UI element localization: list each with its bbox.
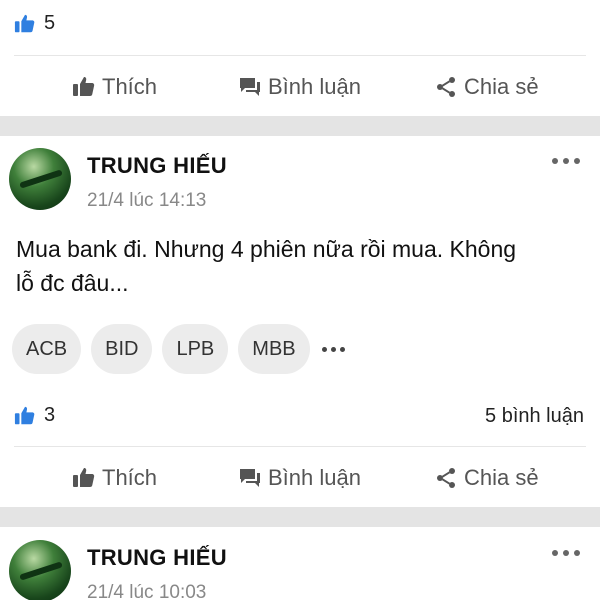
- tag-chip[interactable]: LPB: [162, 324, 229, 374]
- avatar[interactable]: [9, 148, 71, 210]
- thumbs-up-outline-icon: [73, 77, 95, 96]
- tag-chip[interactable]: MBB: [238, 324, 310, 374]
- share-label: Chia sẻ: [464, 465, 539, 490]
- divider: [14, 55, 586, 56]
- more-horizontal-icon: [552, 550, 558, 556]
- like-button[interactable]: Thích: [72, 74, 157, 100]
- share-label: Chia sẻ: [464, 74, 539, 99]
- more-options-button[interactable]: [552, 156, 580, 166]
- action-bar: Thích Bình luận Chia sẻ: [0, 57, 600, 117]
- like-count-row[interactable]: 3: [14, 404, 55, 427]
- divider: [14, 446, 586, 447]
- like-count: 5: [44, 12, 56, 34]
- more-horizontal-icon: [552, 158, 558, 164]
- comment-label: Bình luận: [268, 465, 361, 490]
- author-name[interactable]: TRUNG HIẾU: [87, 153, 227, 179]
- share-button[interactable]: Chia sẻ: [434, 74, 539, 100]
- comment-count[interactable]: 5 bình luận: [485, 405, 584, 428]
- thumbs-up-outline-icon: [73, 468, 95, 487]
- like-button[interactable]: Thích: [72, 465, 157, 491]
- thumbs-up-icon: [14, 406, 35, 424]
- thumbs-up-icon: [14, 14, 35, 32]
- share-button[interactable]: Chia sẻ: [434, 465, 539, 491]
- post-time[interactable]: 21/4 lúc 10:03: [87, 582, 206, 600]
- tag-list: ACB BID LPB MBB: [12, 324, 345, 374]
- comment-button[interactable]: Bình luận: [238, 465, 361, 491]
- post-text: Mua bank đi. Nhưng 4 phiên nữa rồi mua. …: [16, 232, 586, 300]
- chat-bubble-icon: [240, 469, 260, 487]
- comment-label: Bình luận: [268, 74, 361, 99]
- post-separator: [0, 116, 600, 136]
- post-text-line: Mua bank đi. Nhưng 4 phiên nữa rồi mua. …: [16, 236, 517, 262]
- post-separator: [0, 507, 600, 527]
- like-count: 3: [44, 404, 56, 426]
- tag-chip[interactable]: BID: [91, 324, 153, 374]
- more-tags-icon[interactable]: [321, 346, 345, 352]
- like-label: Thích: [102, 74, 158, 99]
- like-label: Thích: [102, 465, 158, 490]
- action-bar: Thích Bình luận Chia sẻ: [0, 448, 600, 508]
- share-icon: [437, 77, 455, 97]
- avatar[interactable]: [9, 540, 71, 600]
- like-count-row[interactable]: 5: [14, 12, 55, 35]
- post-text-line: lỗ đc đâu...: [16, 270, 129, 296]
- author-name[interactable]: TRUNG HIẾU: [87, 545, 227, 571]
- tag-chip[interactable]: ACB: [12, 324, 82, 374]
- comment-button[interactable]: Bình luận: [238, 74, 361, 100]
- more-options-button[interactable]: [552, 548, 580, 558]
- post-time[interactable]: 21/4 lúc 14:13: [87, 190, 206, 212]
- chat-bubble-icon: [240, 78, 260, 96]
- share-icon: [437, 468, 455, 488]
